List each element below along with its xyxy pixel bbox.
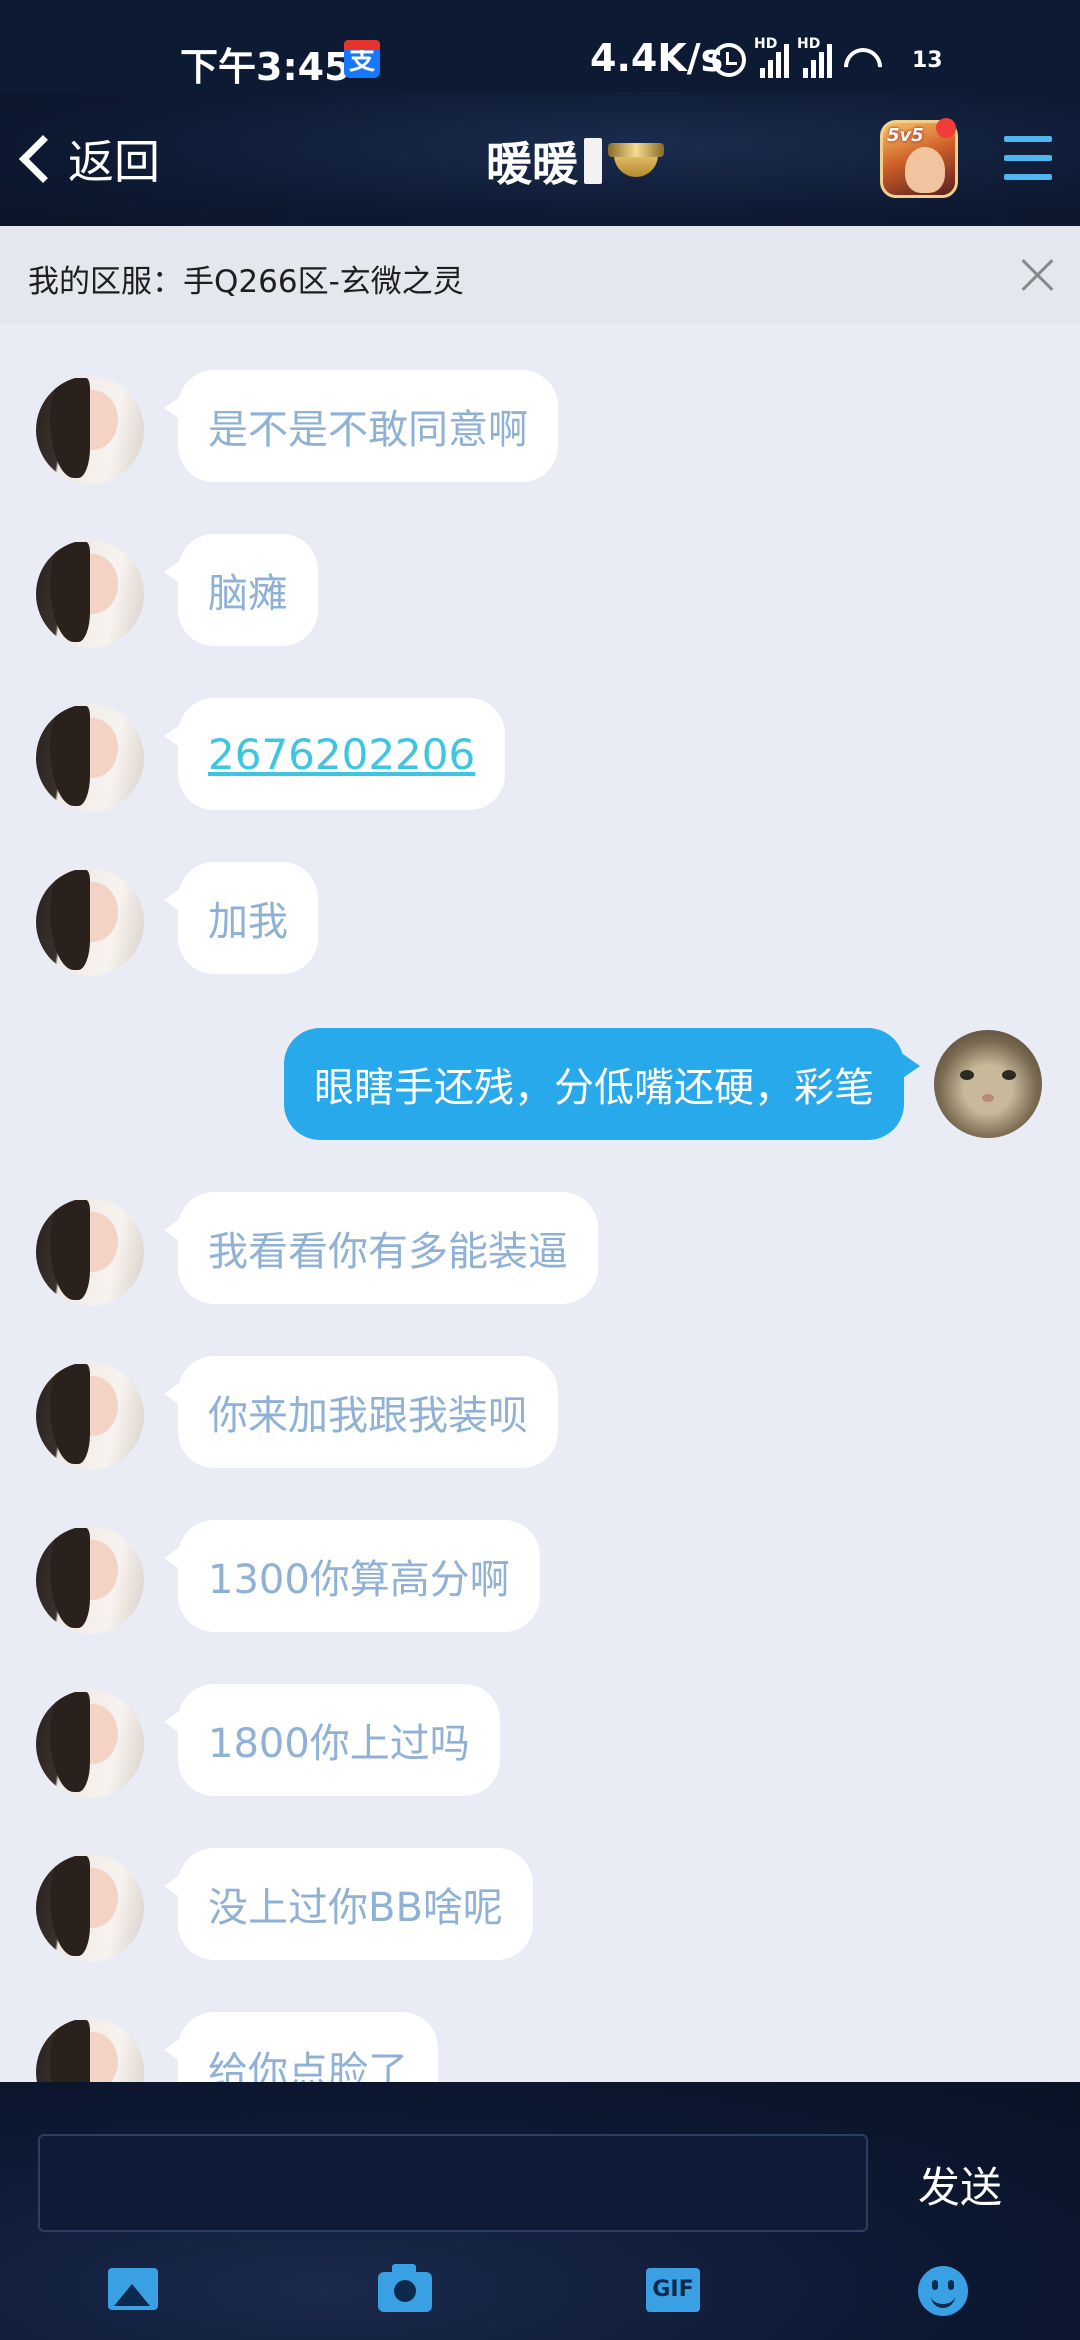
own-message-bubble[interactable]: 眼瞎手还残，分低嘴还硬，彩笔 bbox=[284, 1028, 920, 1140]
signal-icon: HD bbox=[797, 36, 832, 78]
back-button[interactable]: 返回 bbox=[12, 122, 160, 196]
message-bubble[interactable]: 脑瘫 bbox=[164, 534, 318, 646]
menu-button[interactable] bbox=[1004, 136, 1052, 180]
avatar[interactable] bbox=[36, 1854, 144, 1962]
image-icon bbox=[108, 2268, 158, 2310]
message-row: 给你点脸了 bbox=[0, 2012, 1080, 2082]
message-row: 1800你上过吗 bbox=[0, 1684, 1080, 1798]
emoji-icon bbox=[918, 2266, 968, 2316]
message-bubble[interactable]: 2676202206 bbox=[163, 698, 506, 810]
own-avatar[interactable] bbox=[934, 1030, 1042, 1138]
wifi-icon bbox=[842, 42, 878, 78]
composer-panel: 发送 GIF bbox=[0, 2082, 1080, 2340]
message-bubble[interactable]: 加我 bbox=[164, 862, 318, 974]
menu-line-icon bbox=[1004, 174, 1052, 180]
page-title: 暖暖 bbox=[486, 137, 578, 191]
avatar[interactable] bbox=[36, 1526, 144, 1634]
avatar[interactable] bbox=[36, 704, 144, 812]
vip-tag-icon bbox=[584, 138, 602, 184]
message-bubble[interactable]: 我看看你有多能装逼 bbox=[164, 1192, 598, 1304]
camera-icon bbox=[378, 2264, 432, 2312]
notification-dot bbox=[936, 118, 956, 138]
message-bubble[interactable]: 1300你算高分啊 bbox=[164, 1520, 540, 1632]
message-row: 你来加我跟我装呗 bbox=[0, 1356, 1080, 1470]
message-row: 脑瘫 bbox=[0, 534, 1080, 648]
back-label: 返回 bbox=[68, 135, 160, 189]
gif-icon: GIF bbox=[646, 2268, 700, 2312]
qq-number-link[interactable]: 2676202206 bbox=[208, 730, 475, 779]
menu-line-icon bbox=[1004, 155, 1052, 161]
menu-line-icon bbox=[1004, 136, 1052, 142]
alarm-icon bbox=[712, 43, 746, 77]
rank-badge-icon bbox=[608, 139, 664, 183]
chat-message-list[interactable]: 是不是不敢同意啊 脑瘫 2676202206 加我 眼瞎手还残，分低嘴还硬，彩笔… bbox=[0, 324, 1080, 2082]
hd-label: HD bbox=[754, 36, 778, 52]
avatar[interactable] bbox=[36, 1198, 144, 1306]
chevron-left-icon bbox=[18, 134, 68, 184]
message-row: 没上过你BB啥呢 bbox=[0, 1848, 1080, 1962]
signal-icon: HD bbox=[754, 36, 789, 78]
message-row: 加我 bbox=[0, 862, 1080, 976]
emoji-button[interactable] bbox=[918, 2266, 974, 2316]
hd-label: HD bbox=[797, 36, 821, 52]
avatar[interactable] bbox=[36, 1362, 144, 1470]
status-icons: HD HD 13 bbox=[712, 36, 943, 80]
image-picker-button[interactable] bbox=[108, 2266, 164, 2314]
server-notice-text: 我的区服：手Q266区-玄微之灵 bbox=[28, 264, 464, 300]
network-speed: 4.4K/s bbox=[590, 36, 724, 80]
chat-header: 返回 暖暖 5v5 bbox=[0, 92, 1080, 226]
hero-face-icon bbox=[905, 147, 945, 193]
message-row: 我看看你有多能装逼 bbox=[0, 1192, 1080, 1306]
message-row: 是不是不敢同意啊 bbox=[0, 370, 1080, 484]
send-button[interactable]: 发送 bbox=[918, 2154, 1002, 2215]
message-bubble[interactable]: 给你点脸了 bbox=[164, 2012, 438, 2082]
status-bar: 下午3:45 支 4.4K/s HD HD 13 bbox=[0, 0, 1080, 92]
avatar[interactable] bbox=[36, 2018, 144, 2082]
avatar[interactable] bbox=[36, 540, 144, 648]
avatar[interactable] bbox=[36, 868, 144, 976]
contact-title: 暖暖 bbox=[486, 128, 664, 194]
gif-button[interactable]: GIF bbox=[646, 2266, 702, 2314]
message-bubble[interactable]: 你来加我跟我装呗 bbox=[164, 1356, 558, 1468]
message-row: 2676202206 bbox=[0, 698, 1080, 812]
server-notice-bar: 我的区服：手Q266区-玄微之灵 bbox=[0, 226, 1080, 324]
avatar[interactable] bbox=[36, 1690, 144, 1798]
avatar[interactable] bbox=[36, 376, 144, 484]
message-row-own: 眼瞎手还残，分低嘴还硬，彩笔 bbox=[0, 1028, 1080, 1140]
message-row: 1300你算高分啊 bbox=[0, 1520, 1080, 1634]
close-icon[interactable] bbox=[1018, 254, 1058, 294]
alipay-icon: 支 bbox=[344, 40, 380, 78]
message-input[interactable] bbox=[38, 2134, 868, 2232]
camera-button[interactable] bbox=[378, 2264, 434, 2314]
message-bubble[interactable]: 没上过你BB啥呢 bbox=[164, 1848, 533, 1960]
message-bubble[interactable]: 是不是不敢同意啊 bbox=[164, 370, 558, 482]
status-time: 下午3:45 bbox=[180, 45, 351, 89]
message-bubble[interactable]: 1800你上过吗 bbox=[164, 1684, 500, 1796]
battery-icon: 13 bbox=[912, 47, 943, 73]
game-icon-label: 5v5 bbox=[887, 125, 924, 146]
